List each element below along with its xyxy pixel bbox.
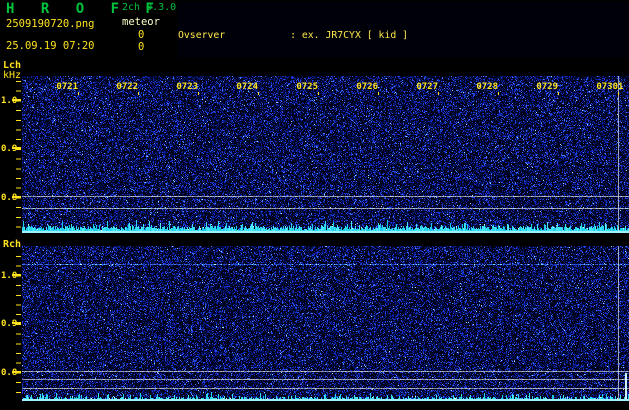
- time-label: 0725: [294, 82, 318, 92]
- time-label: 0727: [414, 82, 438, 92]
- rch-major-tick: [12, 274, 21, 276]
- time-label: 0728: [474, 82, 498, 92]
- datetime-label: 25.09.19 07:20: [6, 40, 95, 52]
- rch-minor-tick-rail: [16, 256, 21, 401]
- lch-major-tick: [12, 99, 21, 101]
- time-label: 0730: [594, 82, 618, 92]
- hrofft-window: H R O F F T 2ch 0.3.0 2509190720.png met…: [0, 0, 629, 410]
- time-label: 0726: [354, 82, 378, 92]
- time-label: 0721: [54, 82, 78, 92]
- lch-freq-tick-label: 1.0: [1, 96, 17, 106]
- info-line-observer: Ovserver : ex. JR7CYX [ kid ]: [178, 29, 629, 43]
- time-label-partial: 1: [618, 82, 628, 92]
- rch-spectrogram: [22, 246, 629, 401]
- meteor-mode-label: meteor: [122, 16, 160, 28]
- rch-freq-tick-label: 0.9: [1, 319, 17, 329]
- rch-major-tick: [12, 371, 21, 373]
- observer-info-block: Ovserver : ex. JR7CYX [ kid ] Receiving …: [178, 2, 629, 58]
- time-label: 0724: [234, 82, 258, 92]
- meteor-count-rch: 0: [138, 41, 144, 53]
- lch-freq-tick-label: 0.8: [1, 193, 17, 203]
- lch-freq-tick-label: 0.9: [1, 144, 17, 154]
- rch-major-tick: [12, 322, 21, 324]
- meteor-count-lch: 0: [138, 29, 144, 41]
- filename-label: 2509190720.png: [6, 18, 95, 30]
- rch-freq-tick-label: 1.0: [1, 271, 17, 281]
- time-label: 0722: [114, 82, 138, 92]
- rch-panel-label: Rch: [3, 239, 21, 250]
- time-label: 0723: [174, 82, 198, 92]
- lch-major-tick: [12, 196, 21, 198]
- version-label: 2ch 0.3.0: [122, 2, 176, 13]
- khz-unit-label: kHz: [3, 70, 21, 81]
- time-tick-rail: [78, 92, 620, 95]
- lch-minor-tick-rail: [16, 81, 21, 228]
- time-label: 0729: [534, 82, 558, 92]
- rch-freq-tick-label: 0.8: [1, 368, 17, 378]
- lch-major-tick: [12, 147, 21, 149]
- lch-spectrogram: [22, 76, 629, 233]
